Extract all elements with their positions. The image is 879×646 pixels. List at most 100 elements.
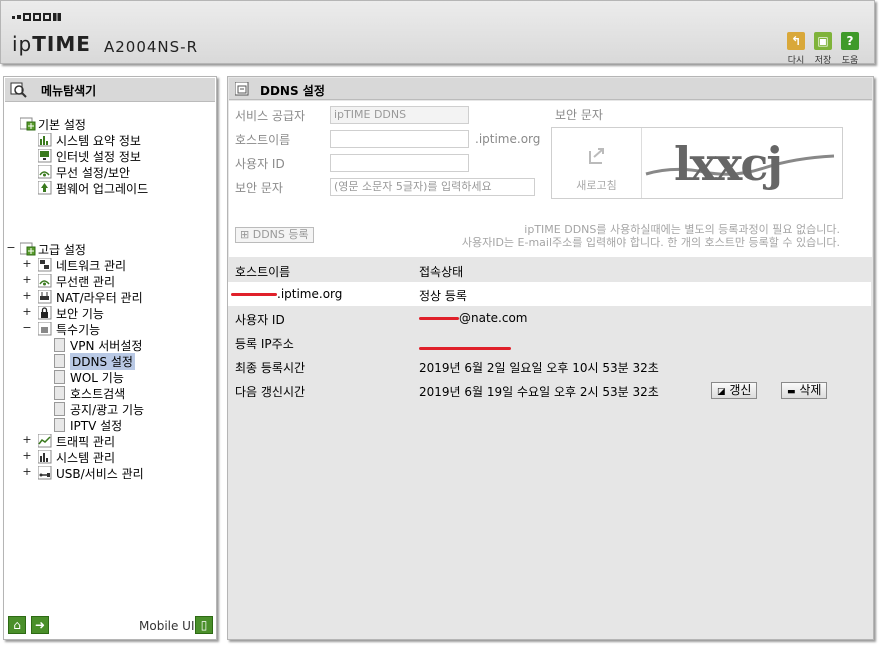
nav-notice-ads[interactable]: 공지/광고 기능 bbox=[54, 401, 144, 417]
expand-icon[interactable]: + bbox=[22, 289, 32, 302]
captcha-image: lxxcj bbox=[645, 137, 835, 191]
collapse-icon[interactable]: − bbox=[22, 321, 32, 334]
logout-icon[interactable]: ➜ bbox=[31, 616, 49, 634]
last-registered-value: 2019년 6월 2일 일요일 오후 10시 53분 32초 bbox=[419, 361, 659, 375]
expand-icon[interactable]: + bbox=[22, 465, 32, 478]
hostname-input[interactable] bbox=[330, 130, 469, 148]
special-icon bbox=[37, 321, 52, 336]
col-hostname-header: 호스트이름 bbox=[235, 265, 291, 279]
page-icon bbox=[54, 338, 65, 352]
mobile-icon[interactable]: ▯ bbox=[195, 616, 213, 634]
refresh-button[interactable]: ◪ 갱신 bbox=[711, 382, 758, 399]
nav-system-management[interactable]: 시스템 관리 bbox=[37, 449, 115, 465]
expand-icon[interactable]: + bbox=[22, 433, 32, 446]
nav-firmware-upgrade[interactable]: 펌웨어 업그레이드 bbox=[37, 180, 148, 196]
nav-vpn-server[interactable]: VPN 서버설정 bbox=[54, 337, 142, 353]
delete-button[interactable]: ▬ 삭제 bbox=[781, 382, 828, 399]
status-userid-value: @nate.com bbox=[419, 311, 528, 325]
status-ip-value bbox=[419, 341, 511, 355]
tree-basic-settings-label: 기본 설정 bbox=[38, 117, 86, 132]
save-button[interactable]: ▣ 저장 bbox=[812, 32, 834, 66]
delete-icon: ▬ bbox=[787, 387, 796, 397]
page-icon bbox=[54, 370, 65, 384]
mobile-ui-link[interactable]: Mobile UI bbox=[139, 619, 195, 633]
nav-host-scan[interactable]: 호스트검색 bbox=[54, 385, 125, 401]
refresh-icon bbox=[589, 148, 604, 164]
menu-footer: ⌂ ➜ Mobile UI ▯ bbox=[5, 612, 215, 638]
ddns-register-form: 서비스 공급자 ipTIME DDNS 호스트이름 .iptime.org 사용… bbox=[229, 101, 872, 257]
page-icon bbox=[54, 354, 65, 368]
next-update-value: 2019년 6월 19일 수요일 오후 2시 53분 32초 bbox=[419, 385, 659, 399]
status-userid-label: 사용자 ID bbox=[235, 313, 285, 327]
folder-icon bbox=[19, 242, 36, 256]
undo-button[interactable]: ↰ 다시 bbox=[785, 32, 807, 66]
nav-ddns-settings[interactable]: DDNS 설정 bbox=[54, 352, 135, 370]
nav-special-functions[interactable]: 특수기능 bbox=[37, 321, 100, 337]
captcha-refresh-button[interactable]: 새로고침 bbox=[552, 128, 642, 198]
captcha-input[interactable]: (영문 소문자 5글자)를 입력하세요 bbox=[330, 178, 535, 196]
captcha-title: 보안 문자 bbox=[555, 108, 603, 122]
nav-wlan-management[interactable]: 무선랜 관리 bbox=[37, 273, 115, 289]
chart-icon bbox=[37, 449, 52, 464]
model-name: A2004NS-R bbox=[104, 38, 199, 56]
hostname-label: 호스트이름 bbox=[235, 133, 291, 147]
status-host-row: .iptime.org 정상 등록 bbox=[228, 282, 871, 306]
page-icon bbox=[54, 402, 65, 416]
userid-label: 사용자 ID bbox=[235, 157, 285, 171]
help-icon: ? bbox=[841, 32, 859, 50]
tree-advanced-settings[interactable]: 고급 설정 bbox=[19, 241, 86, 257]
ddns-titlebar: DDNS 설정 bbox=[229, 78, 872, 100]
captcha-box: 새로고침 lxxcj bbox=[551, 127, 843, 199]
status-details: 사용자 ID @nate.com 등록 IP주소 최종 등록시간 2019년 6… bbox=[228, 306, 871, 406]
nav-network-management[interactable]: 네트워크 관리 bbox=[37, 257, 126, 273]
home-icon[interactable]: ⌂ bbox=[8, 616, 26, 634]
nav-system-summary[interactable]: 시스템 요약 정보 bbox=[37, 132, 141, 148]
status-ip-label: 등록 IP주소 bbox=[235, 337, 294, 351]
captcha-label: 보안 문자 bbox=[235, 181, 283, 195]
header-bar: ipTIME A2004NS-R ↰ 다시 ▣ 저장 ? 도움 bbox=[0, 0, 875, 66]
refresh-icon: ◪ bbox=[717, 387, 726, 397]
userid-input[interactable] bbox=[330, 154, 469, 172]
expand-icon[interactable]: + bbox=[22, 449, 32, 462]
col-status-header: 접속상태 bbox=[419, 265, 464, 279]
ddns-register-button[interactable]: ⊞ DDNS 등록 bbox=[235, 227, 314, 243]
collapse-icon[interactable]: − bbox=[6, 241, 16, 254]
page-title: DDNS 설정 bbox=[260, 84, 325, 98]
usb-icon bbox=[37, 465, 52, 480]
router-icon bbox=[37, 289, 52, 304]
logo-dots-icon bbox=[12, 13, 61, 21]
host-name-value: .iptime.org bbox=[231, 287, 342, 301]
menu-explorer-title: 메뉴탐색기 bbox=[41, 84, 97, 98]
expand-icon[interactable]: + bbox=[22, 305, 32, 318]
tree-basic-settings[interactable]: 기본 설정 bbox=[19, 116, 86, 132]
wifi-icon bbox=[37, 273, 52, 288]
status-header-row: 호스트이름 접속상태 bbox=[228, 258, 871, 282]
hostname-suffix: .iptime.org bbox=[475, 132, 541, 146]
nav-nat-router[interactable]: NAT/라우터 관리 bbox=[37, 289, 143, 305]
nav-iptv[interactable]: IPTV 설정 bbox=[54, 417, 122, 433]
traffic-icon bbox=[37, 433, 52, 448]
service-provider-label: 서비스 공급자 bbox=[235, 109, 306, 123]
expand-icon[interactable]: + bbox=[22, 257, 32, 270]
network-icon bbox=[37, 257, 52, 272]
nav-wol[interactable]: WOL 기능 bbox=[54, 369, 124, 385]
page-icon bbox=[235, 82, 249, 96]
page-icon bbox=[54, 418, 65, 432]
search-icon bbox=[10, 82, 27, 98]
next-update-label: 다음 갱신시간 bbox=[235, 385, 306, 399]
nav-traffic-management[interactable]: 트래픽 관리 bbox=[37, 433, 115, 449]
nav-wireless-security[interactable]: 무선 설정/보안 bbox=[37, 164, 130, 180]
upgrade-icon bbox=[37, 180, 52, 195]
nav-internet-info[interactable]: 인터넷 설정 정보 bbox=[37, 148, 141, 164]
menu-explorer-panel: 메뉴탐색기 기본 설정 시스템 요약 정보 인터넷 설정 정보 무선 설정/보안… bbox=[3, 76, 217, 640]
expand-icon[interactable]: + bbox=[22, 273, 32, 286]
svg-text:lxxcj: lxxcj bbox=[674, 137, 781, 191]
help-button[interactable]: ? 도움 bbox=[839, 32, 861, 66]
nav-security[interactable]: 보안 기능 bbox=[37, 305, 104, 321]
service-provider-field[interactable]: ipTIME DDNS bbox=[330, 106, 469, 124]
folder-icon bbox=[19, 117, 36, 131]
menu-explorer-titlebar: 메뉴탐색기 bbox=[5, 78, 215, 102]
nav-usb-service[interactable]: USB/서비스 관리 bbox=[37, 465, 144, 481]
page-icon bbox=[54, 386, 65, 400]
save-icon: ▣ bbox=[814, 32, 832, 50]
